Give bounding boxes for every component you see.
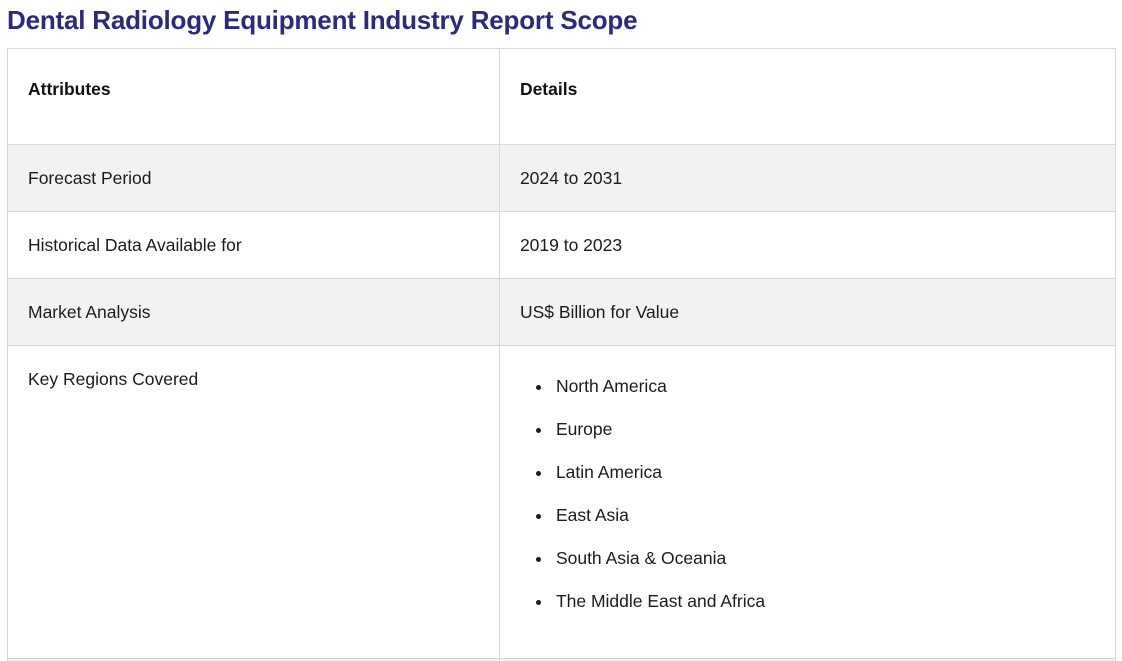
regions-list: North America Europe Latin America East … — [520, 373, 1095, 614]
region-list-item: The Middle East and Africa — [553, 588, 1095, 614]
region-list-item: Latin America — [553, 459, 1095, 485]
region-list-item: Europe — [553, 416, 1095, 442]
region-list-item: East Asia — [553, 502, 1095, 528]
table-row-key-regions: Key Regions Covered North America Europe… — [8, 346, 1116, 659]
attribute-cell-market-analysis: Market Analysis — [8, 279, 500, 346]
report-scope-table: Attributes Details Forecast Period 2024 … — [7, 48, 1116, 661]
region-list-item: North America — [553, 373, 1095, 399]
table-row-forecast-period: Forecast Period 2024 to 2031 — [8, 145, 1116, 212]
table-header-row: Attributes Details — [8, 49, 1116, 145]
details-column-header: Details — [499, 49, 1115, 145]
attributes-column-header: Attributes — [8, 49, 500, 145]
table-row-historical-data: Historical Data Available for 2019 to 20… — [8, 212, 1116, 279]
table-row-market-analysis: Market Analysis US$ Billion for Value — [8, 279, 1116, 346]
detail-cell-forecast-period: 2024 to 2031 — [499, 145, 1115, 212]
attribute-cell-forecast-period: Forecast Period — [8, 145, 500, 212]
detail-cell-market-analysis: US$ Billion for Value — [499, 279, 1115, 346]
detail-cell-key-regions: North America Europe Latin America East … — [499, 346, 1115, 659]
attribute-cell-key-regions: Key Regions Covered — [8, 346, 500, 659]
detail-cell-historical-data: 2019 to 2023 — [499, 212, 1115, 279]
attribute-cell-historical-data: Historical Data Available for — [8, 212, 500, 279]
region-list-item: South Asia & Oceania — [553, 545, 1095, 571]
page-title: Dental Radiology Equipment Industry Repo… — [7, 2, 1116, 38]
report-scope-page: Dental Radiology Equipment Industry Repo… — [0, 0, 1122, 661]
